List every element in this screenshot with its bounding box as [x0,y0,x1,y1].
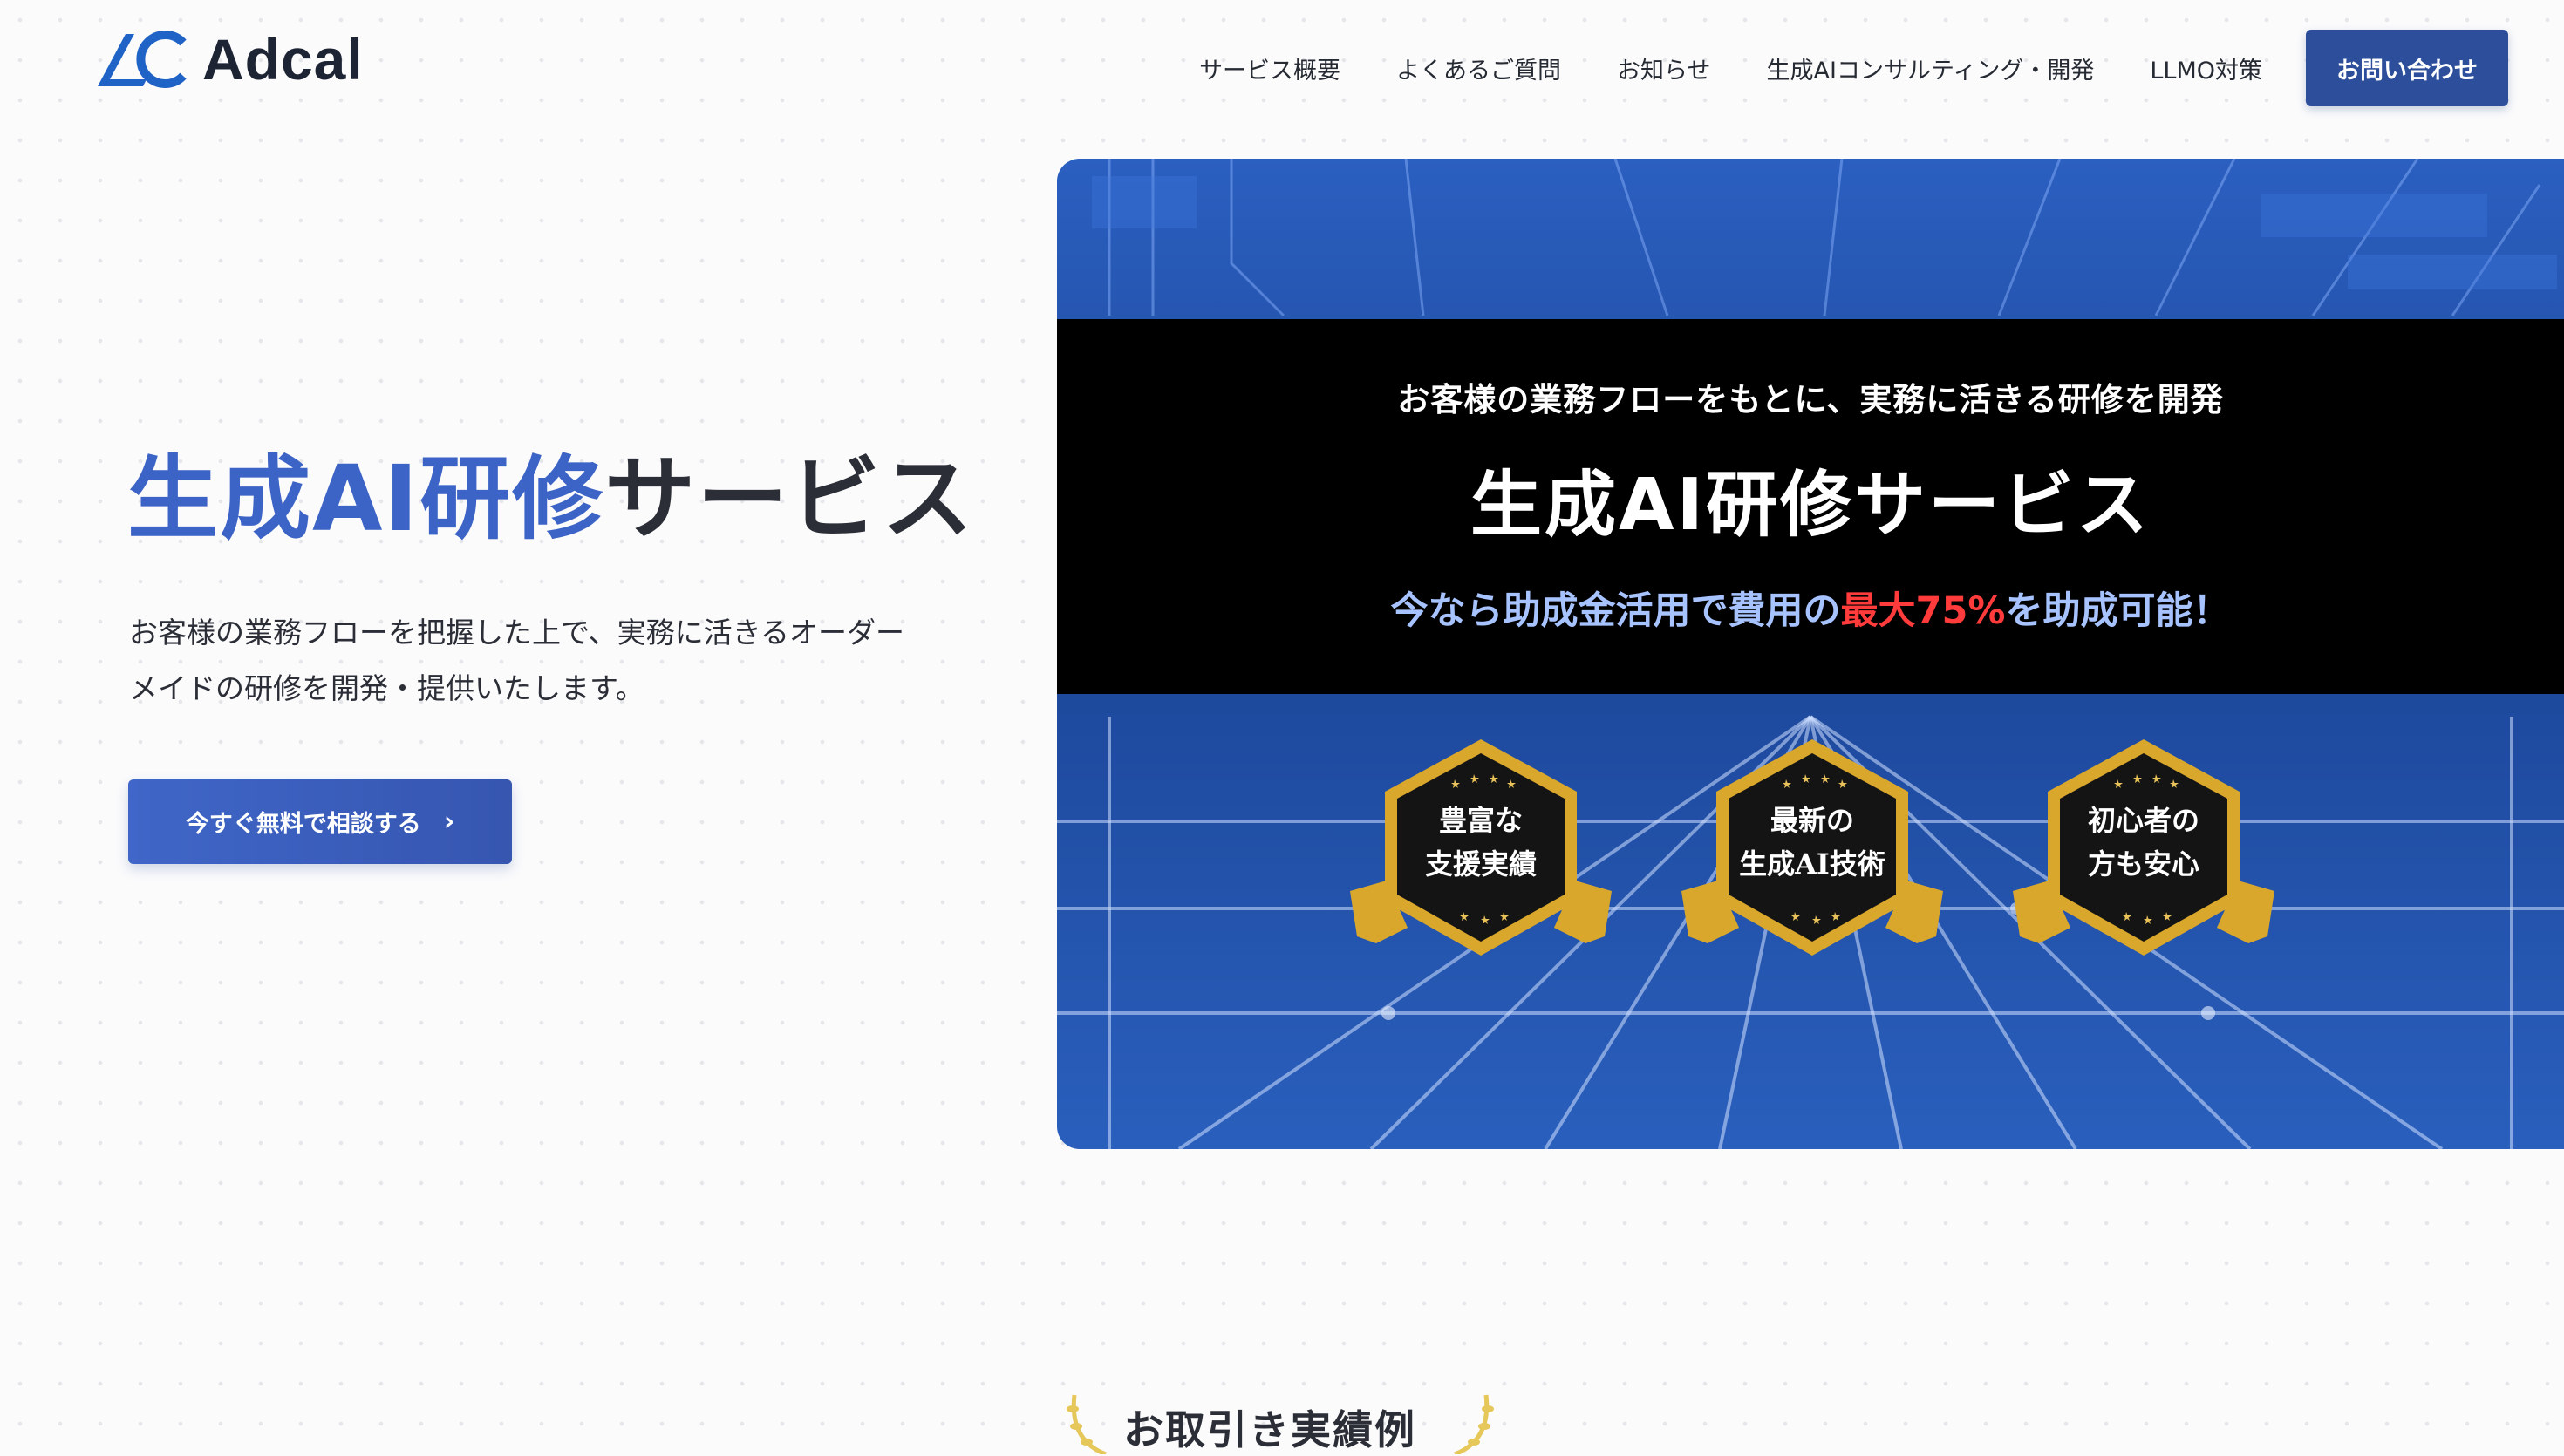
nav-item-service-overview[interactable]: サービス概要 [1199,51,1340,85]
banner-title: 生成AI研修サービス [1470,464,2151,547]
hero-title: 生成AI研修サービス [127,445,974,554]
hero-title-accent: 生成AI研修 [127,446,605,552]
contact-button[interactable]: お問い合わせ [2306,30,2508,106]
hero-description-line: メイドの研修を開発・提供いたします。 [129,671,644,705]
offer-prefix: 今なら助成金活用で費用の [1390,589,1841,633]
badge-line: 生成AI技術 [1739,847,1885,881]
achievements-heading: お取引き実績例 [1062,1381,1498,1454]
offer-suffix: を助成可能！ [2005,589,2231,633]
laurel-left-icon [1067,1394,1107,1454]
hero-title-rest: サービス [604,446,975,552]
hero-description: お客様の業務フローを把握した上で、実務に活きるオーダー メイドの研修を開発・提供… [129,605,992,717]
offer-highlight: 最大75% [1840,589,2006,633]
award-badge: 豊富な 支援実績 [1324,734,1638,970]
badge-line: 初心者の [2087,804,2199,837]
nav-item-faq[interactable]: よくあるご質問 [1396,51,1561,85]
achievements-title: お取引き実績例 [1123,1406,1416,1453]
brand-logo[interactable]: Adcal [96,26,364,92]
hero-banner: お客様の業務フローをもとに、実務に活きる研修を開発 生成AI研修サービス 今なら… [1057,159,2564,1149]
badge-line: 最新の [1770,804,1854,837]
award-badge: 最新の 生成AI技術 [1655,734,1969,970]
nav-item-llmo[interactable]: LLMO対策 [2150,51,2262,85]
laurel-right-icon [1454,1394,1494,1454]
badge-line: 方も安心 [2087,847,2199,881]
logo-mark-icon [98,31,187,88]
hero-description-line: お客様の業務フローを把握した上で、実務に活きるオーダー [129,616,905,650]
nav-item-news[interactable]: お知らせ [1617,51,1710,85]
banner-subtitle: お客様の業務フローをもとに、実務に活きる研修を開発 [1397,381,2224,418]
banner-offer: 今なら助成金活用で費用の最大75%を助成可能！ [1057,581,2564,635]
brand-name: Adcal [202,27,364,92]
cta-label: 今すぐ無料で相談する [185,811,421,838]
nav-item-ai-consulting[interactable]: 生成AIコンサルティング・開発 [1767,51,2095,85]
chevron-right-icon: › [443,806,455,837]
free-consultation-button[interactable]: 今すぐ無料で相談する › [128,779,512,864]
award-badge: 初心者の 方も安心 [1987,734,2301,970]
badge-line: 豊富な [1438,804,1523,837]
badge-line: 支援実績 [1424,847,1537,881]
main-nav: サービス概要 よくあるご質問 お知らせ 生成AIコンサルティング・開発 LLMO… [1199,30,2508,106]
